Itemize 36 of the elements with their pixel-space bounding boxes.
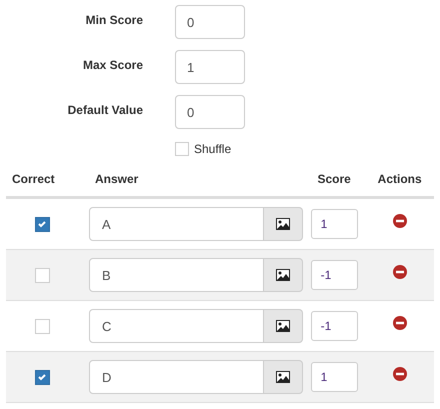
- field-label: Default Value: [66, 102, 143, 117]
- column-header: Score: [302, 166, 366, 198]
- column-header: Correct: [6, 166, 89, 198]
- remove-icon[interactable]: [392, 214, 407, 228]
- score-input[interactable]: -1: [310, 311, 358, 341]
- answer-input[interactable]: C: [88, 309, 264, 343]
- answer-input[interactable]: D: [88, 360, 264, 394]
- column-header: Actions: [365, 166, 434, 198]
- score-input[interactable]: 0: [175, 5, 245, 39]
- image-icon: [276, 320, 290, 332]
- score-input[interactable]: 1: [310, 362, 358, 392]
- remove-icon[interactable]: [392, 316, 407, 330]
- image-button[interactable]: [264, 207, 303, 241]
- answer-input[interactable]: A: [88, 207, 264, 241]
- image-icon: [276, 371, 290, 383]
- shuffle-label: Shuffle: [194, 142, 232, 156]
- image-button[interactable]: [264, 309, 303, 343]
- check-icon: [37, 372, 48, 382]
- correct-checkbox[interactable]: [34, 370, 50, 385]
- correct-checkbox[interactable]: [34, 216, 50, 232]
- image-icon: [276, 218, 290, 230]
- image-icon: [276, 269, 290, 281]
- image-button[interactable]: [264, 258, 303, 292]
- score-input[interactable]: 1: [175, 50, 245, 84]
- answer-input[interactable]: B: [88, 258, 264, 292]
- remove-icon[interactable]: [392, 265, 407, 279]
- score-input[interactable]: -1: [310, 260, 358, 290]
- image-button[interactable]: [264, 360, 303, 394]
- remove-icon[interactable]: [392, 367, 407, 381]
- shuffle-checkbox[interactable]: [175, 142, 189, 156]
- field-label: Max Score: [82, 57, 143, 72]
- score-input[interactable]: 0: [175, 95, 245, 129]
- column-header: Answer: [88, 166, 303, 198]
- field-label: Min Score: [84, 12, 143, 27]
- check-icon: [37, 219, 48, 230]
- score-input[interactable]: 1: [310, 209, 358, 239]
